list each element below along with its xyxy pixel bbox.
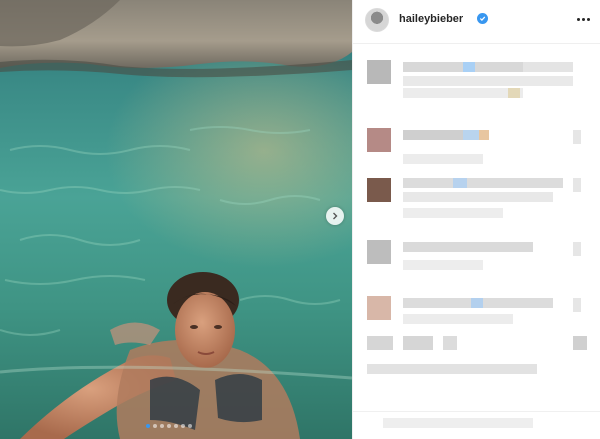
chevron-right-icon: [333, 212, 338, 220]
carousel-dot[interactable]: [181, 424, 185, 428]
divider: [353, 411, 600, 412]
carousel-dots: [146, 424, 192, 428]
carousel-dot[interactable]: [188, 424, 192, 428]
more-horizontal-icon: [576, 17, 580, 21]
carousel-dot[interactable]: [167, 424, 171, 428]
post-photo: [0, 0, 352, 439]
carousel-dot[interactable]: [174, 424, 178, 428]
comment-blurred: [353, 120, 600, 164]
carousel-next-button[interactable]: [326, 207, 344, 225]
comment-blurred: [353, 58, 600, 98]
carousel-dot[interactable]: [153, 424, 157, 428]
post-media[interactable]: [0, 0, 352, 439]
action-bar-blurred: [353, 332, 600, 382]
carousel-dot[interactable]: [160, 424, 164, 428]
comment-blurred: [353, 238, 600, 278]
carousel-dot[interactable]: [146, 424, 150, 428]
more-options-button[interactable]: [575, 11, 591, 27]
post-header: haileybieber: [353, 0, 600, 44]
comment-blurred: [353, 176, 600, 226]
comment-blurred: [353, 294, 600, 324]
instagram-post: haileybieber: [0, 0, 600, 439]
verified-badge-icon: [477, 13, 488, 24]
comment-input-blurred[interactable]: [353, 418, 600, 432]
post-side-panel: haileybieber: [352, 0, 600, 439]
username-link[interactable]: haileybieber: [399, 13, 463, 25]
avatar[interactable]: [365, 8, 389, 32]
